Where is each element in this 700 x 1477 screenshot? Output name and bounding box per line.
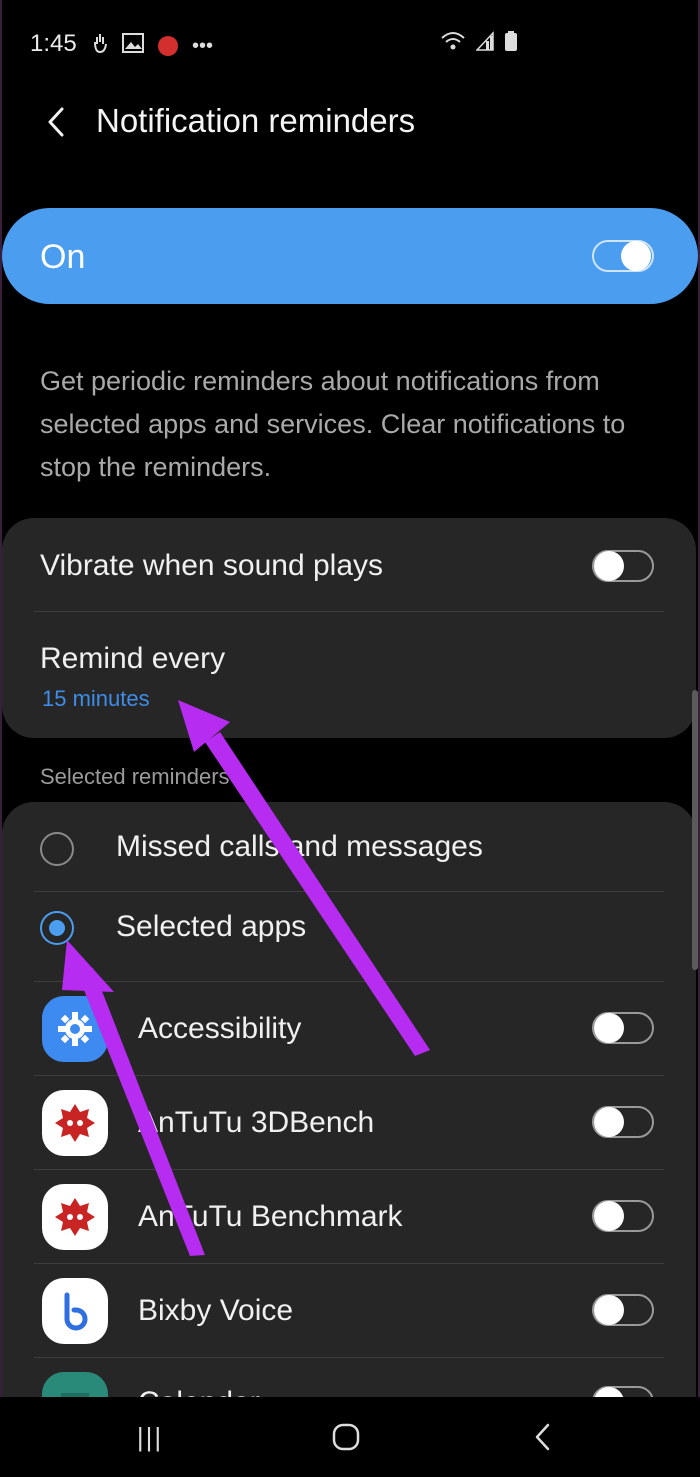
- status-bar: 1:45 •••: [0, 22, 700, 62]
- app-row[interactable]: AnTuTu 3DBench: [2, 1076, 696, 1170]
- description-text: Get periodic reminders about notificatio…: [40, 366, 626, 482]
- page-title: Notification reminders: [96, 102, 416, 139]
- app-toggle[interactable]: [592, 1294, 654, 1326]
- app-row[interactable]: Bixby Voice: [2, 1264, 696, 1358]
- antutu-3d-icon: [42, 1090, 108, 1156]
- bixby-icon: [42, 1278, 108, 1344]
- option-selected-apps[interactable]: Selected apps: [2, 892, 696, 982]
- master-switch-label: On: [40, 238, 86, 276]
- option-missed-calls[interactable]: Missed calls and messages: [2, 802, 696, 892]
- app-row[interactable]: AnTuTu Benchmark: [2, 1170, 696, 1264]
- option-label: Missed calls and messages: [116, 830, 483, 863]
- wifi-icon: [440, 31, 466, 56]
- vibrate-label: Vibrate when sound plays: [40, 549, 384, 582]
- signal-icon: [475, 31, 494, 56]
- antutu-icon: [42, 1184, 108, 1250]
- remind-every-value: 15 minutes: [42, 686, 150, 711]
- hand-icon: [92, 32, 108, 59]
- app-name: Accessibility: [138, 1012, 302, 1045]
- image-icon: [122, 33, 144, 58]
- battery-icon: [504, 30, 518, 57]
- more-icon: •••: [192, 34, 214, 57]
- home-icon[interactable]: [316, 1415, 376, 1459]
- app-toggle[interactable]: [592, 1012, 654, 1044]
- remind-every-label: Remind every: [40, 642, 226, 675]
- nav-back-icon[interactable]: [512, 1415, 572, 1459]
- reminders-card: Missed calls and messages Selected apps …: [2, 802, 696, 1397]
- app-toggle[interactable]: [592, 1200, 654, 1232]
- app-row[interactable]: Calendar: [2, 1358, 696, 1397]
- app-row[interactable]: Accessibility: [2, 982, 696, 1076]
- radio-selected-apps[interactable]: [40, 911, 74, 945]
- vibrate-row[interactable]: Vibrate when sound plays: [2, 518, 696, 612]
- recording-icon: [158, 35, 178, 56]
- app-name: Bixby Voice: [138, 1294, 294, 1327]
- back-arrow-icon[interactable]: [38, 100, 74, 144]
- section-header: Selected reminders: [40, 764, 230, 789]
- settings-card: Vibrate when sound plays Remind every 15…: [2, 518, 696, 738]
- app-name: Calendar: [138, 1386, 260, 1397]
- vibrate-toggle[interactable]: [592, 550, 654, 582]
- status-time: 1:45: [30, 30, 77, 57]
- toggle-knob: [621, 241, 651, 271]
- remind-every-row[interactable]: Remind every 15 minutes: [2, 612, 696, 738]
- gear-icon: [42, 996, 108, 1062]
- calendar-icon: [42, 1372, 108, 1397]
- navigation-bar: |||: [0, 1397, 700, 1477]
- master-toggle[interactable]: [592, 240, 654, 272]
- master-switch-bar[interactable]: On: [2, 208, 698, 304]
- app-toggle[interactable]: [592, 1386, 654, 1397]
- scrollbar[interactable]: [692, 690, 698, 970]
- radio-missed-calls[interactable]: [40, 832, 74, 866]
- app-name: AnTuTu Benchmark: [138, 1200, 403, 1233]
- app-bar: Notification reminders: [0, 90, 700, 154]
- recents-icon[interactable]: |||: [120, 1415, 180, 1459]
- app-toggle[interactable]: [592, 1106, 654, 1138]
- app-name: AnTuTu 3DBench: [138, 1106, 375, 1139]
- option-label: Selected apps: [116, 910, 307, 943]
